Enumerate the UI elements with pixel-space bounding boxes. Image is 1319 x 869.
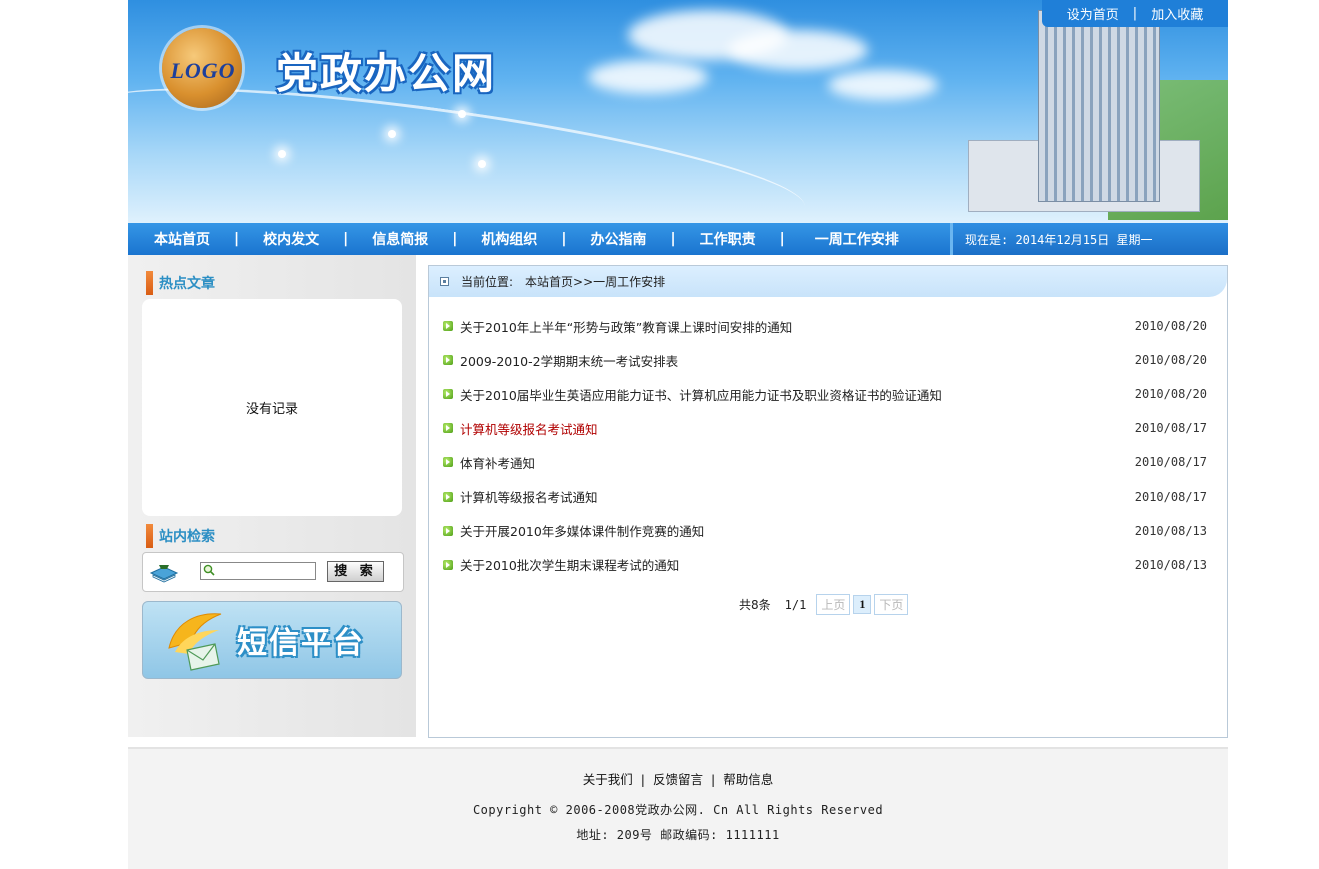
- nav-separator: |: [343, 231, 349, 247]
- list-item: 2009-2010-2学期期末统一考试安排表 2010/08/20: [443, 343, 1213, 377]
- copyright: Copyright © 2006-2008党政办公网. Cn All Right…: [472, 803, 884, 817]
- pagination-total: 共8条: [739, 598, 771, 612]
- article-date: 2010/08/20: [1134, 319, 1207, 334]
- prev-page-button[interactable]: 上页: [816, 594, 851, 615]
- breadcrumb-label: 当前位置:: [461, 275, 514, 289]
- hot-articles-box: 没有记录: [142, 299, 402, 516]
- header-banner: LOGO 党政办公网 设为首页 | 加入收藏: [128, 0, 1228, 223]
- article-link[interactable]: 关于2010届毕业生英语应用能力证书、计算机应用能力证书及职业资格证书的验证通知: [460, 385, 942, 404]
- logo-text: LOGO: [170, 58, 236, 83]
- top-links: 设为首页 | 加入收藏: [1042, 0, 1228, 27]
- nav-item-duties[interactable]: 工作职责: [700, 229, 756, 249]
- breadcrumb-icon: [440, 277, 449, 286]
- arrow-bullet-icon: [443, 389, 453, 400]
- site-title: 党政办公网: [276, 49, 497, 98]
- nav-item-campus-docs[interactable]: 校内发文: [263, 229, 319, 249]
- footer-links: 关于我们 | 反馈留言 | 帮助信息: [128, 769, 1228, 788]
- feedback-link[interactable]: 反馈留言: [653, 772, 703, 787]
- heading-marker-icon: [146, 271, 153, 295]
- article-date: 2010/08/17: [1134, 489, 1207, 504]
- article-link[interactable]: 计算机等级报名考试通知: [460, 487, 598, 506]
- add-favorite-link[interactable]: 加入收藏: [1151, 4, 1203, 23]
- nav-item-office-guide[interactable]: 办公指南: [591, 229, 647, 249]
- footer: 关于我们 | 反馈留言 | 帮助信息 Copyright © 2006-2008党政办公…: [128, 747, 1228, 869]
- help-link[interactable]: 帮助信息: [723, 772, 773, 787]
- sms-platform-banner[interactable]: 短信平台: [142, 601, 402, 679]
- article-date: 2010/08/20: [1134, 353, 1207, 368]
- article-date: 2010/08/17: [1134, 421, 1207, 436]
- site-search-title: 站内检索: [159, 529, 215, 545]
- list-item: 关于2010批次学生期末课程考试的通知 2010/08/13: [443, 548, 1213, 582]
- pagination-page: 1/1: [784, 597, 807, 612]
- arrow-bullet-icon: [443, 525, 453, 536]
- nav-separator: |: [234, 231, 240, 247]
- search-icon: [203, 564, 215, 576]
- nav-item-organization[interactable]: 机构组织: [481, 229, 537, 249]
- article-link[interactable]: 关于开展2010年多媒体课件制作竞赛的通知: [460, 521, 704, 540]
- main-content: 当前位置: 本站首页>>一周工作安排 关于2010年上半年“形势与政策”教育课上…: [428, 265, 1228, 738]
- arrow-bullet-icon: [443, 491, 453, 502]
- arrow-bullet-icon: [443, 423, 453, 434]
- arrow-bullet-icon: [443, 355, 453, 366]
- article-date: 2010/08/13: [1134, 523, 1207, 538]
- article-link[interactable]: 2009-2010-2学期期末统一考试安排表: [460, 351, 678, 370]
- site-search-heading: 站内检索: [146, 524, 215, 548]
- list-item: 体育补考通知 2010/08/17: [443, 445, 1213, 479]
- arrow-bullet-icon: [443, 321, 453, 332]
- arrow-bullet-icon: [443, 559, 453, 570]
- current-date: 现在是: 2014年12月15日 星期一: [950, 223, 1228, 255]
- list-item: 关于2010届毕业生英语应用能力证书、计算机应用能力证书及职业资格证书的验证通知…: [443, 377, 1213, 411]
- nav-item-weekly-schedule[interactable]: 一周工作安排: [815, 229, 899, 249]
- hot-articles-title: 热点文章: [159, 276, 215, 292]
- nav-separator: |: [452, 231, 458, 247]
- sms-platform-text: 短信平台: [237, 626, 365, 661]
- search-button[interactable]: 搜 索: [327, 561, 384, 582]
- top-links-separator: |: [1132, 6, 1138, 21]
- main-nav: 本站首页 | 校内发文 | 信息简报 | 机构组织 | 办公指南 | 工作职责 …: [128, 223, 1228, 255]
- article-date: 2010/08/13: [1134, 557, 1207, 572]
- article-date: 2010/08/17: [1134, 455, 1207, 470]
- nav-separator: |: [779, 231, 785, 247]
- hot-articles-empty: 没有记录: [245, 402, 298, 417]
- book-icon: [149, 565, 179, 583]
- article-link[interactable]: 体育补考通知: [460, 453, 535, 472]
- address: 地址: 209号 邮政编码: 1111111: [576, 828, 780, 842]
- pagination: 共8条 1/1 上页 1 下页: [739, 594, 911, 615]
- footer-separator: |: [640, 772, 645, 787]
- list-item: 关于2010年上半年“形势与政策”教育课上课时间安排的通知 2010/08/20: [443, 309, 1213, 343]
- search-panel: 搜 索: [142, 552, 404, 592]
- sms-bird-icon: [168, 613, 222, 671]
- article-list: 关于2010年上半年“形势与政策”教育课上课时间安排的通知 2010/08/20…: [443, 309, 1213, 582]
- article-link[interactable]: 关于2010批次学生期末课程考试的通知: [460, 555, 679, 574]
- heading-marker-icon: [146, 524, 153, 548]
- list-item: 计算机等级报名考试通知 2010/08/17: [443, 411, 1213, 445]
- building-illustration: [968, 10, 1200, 212]
- nav-item-home[interactable]: 本站首页: [154, 229, 210, 249]
- breadcrumb: 当前位置: 本站首页>>一周工作安排: [429, 266, 1227, 297]
- about-us-link[interactable]: 关于我们: [583, 772, 633, 787]
- hot-articles-heading: 热点文章: [146, 271, 215, 295]
- current-page-button[interactable]: 1: [853, 595, 872, 614]
- search-input[interactable]: [200, 562, 316, 580]
- nav-separator: |: [670, 231, 676, 247]
- article-date: 2010/08/20: [1134, 387, 1207, 402]
- list-item: 计算机等级报名考试通知 2010/08/17: [443, 479, 1213, 513]
- set-homepage-link[interactable]: 设为首页: [1067, 4, 1119, 23]
- list-item: 关于开展2010年多媒体课件制作竞赛的通知 2010/08/13: [443, 514, 1213, 548]
- footer-separator: |: [711, 772, 716, 787]
- page: LOGO 党政办公网 设为首页 | 加入收藏 本站首页 | 校内发文 | 信息简…: [128, 0, 1228, 869]
- article-link[interactable]: 关于2010年上半年“形势与政策”教育课上课时间安排的通知: [460, 317, 792, 336]
- nav-item-briefings[interactable]: 信息简报: [372, 229, 428, 249]
- article-link[interactable]: 计算机等级报名考试通知: [460, 419, 598, 438]
- next-page-button[interactable]: 下页: [874, 594, 909, 615]
- nav-separator: |: [561, 231, 567, 247]
- breadcrumb-path[interactable]: 本站首页>>一周工作安排: [525, 273, 665, 290]
- arrow-bullet-icon: [443, 457, 453, 468]
- sidebar: 热点文章 没有记录 站内检索 搜 索 短信平台: [128, 255, 416, 737]
